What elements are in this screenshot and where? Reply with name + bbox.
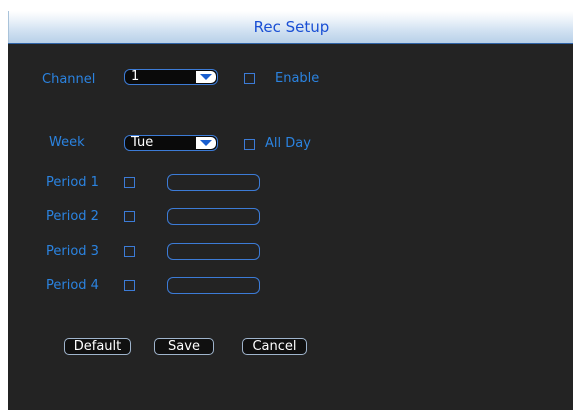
channel-dropdown-arrow-icon[interactable] [196, 71, 216, 83]
period-4-checkbox[interactable] [124, 280, 135, 291]
channel-select[interactable]: 1 [124, 69, 218, 85]
period-1-label: Period 1 [46, 175, 99, 190]
save-button[interactable]: Save [154, 338, 214, 355]
period-2-time-field[interactable] [167, 208, 260, 225]
settings-panel: Channel 1 Enable Week Tue All Day Period… [8, 43, 573, 410]
period-4-time-field[interactable] [167, 277, 260, 294]
rec-setup-window: Rec Setup Channel 1 Enable Week Tue All … [0, 0, 573, 410]
period-3-checkbox[interactable] [124, 246, 135, 257]
channel-select-value: 1 [131, 69, 140, 84]
period-1-time-field[interactable] [167, 174, 260, 191]
period-2-label: Period 2 [46, 209, 99, 224]
period-3-label: Period 3 [46, 244, 99, 259]
all-day-checkbox[interactable] [244, 139, 255, 150]
week-select[interactable]: Tue [124, 135, 218, 151]
enable-label: Enable [275, 71, 320, 86]
all-day-label: All Day [265, 136, 311, 151]
cancel-button[interactable]: Cancel [242, 338, 307, 355]
week-select-value: Tue [131, 135, 154, 150]
period-3-time-field[interactable] [167, 243, 260, 260]
channel-label: Channel [42, 72, 96, 87]
period-4-label: Period 4 [46, 278, 99, 293]
title-bar: Rec Setup [8, 11, 573, 43]
enable-checkbox[interactable] [244, 73, 255, 84]
week-dropdown-arrow-icon[interactable] [196, 137, 216, 149]
period-1-checkbox[interactable] [124, 177, 135, 188]
window-title: Rec Setup [253, 18, 330, 36]
week-label: Week [49, 135, 85, 150]
default-button[interactable]: Default [64, 338, 131, 355]
period-2-checkbox[interactable] [124, 211, 135, 222]
